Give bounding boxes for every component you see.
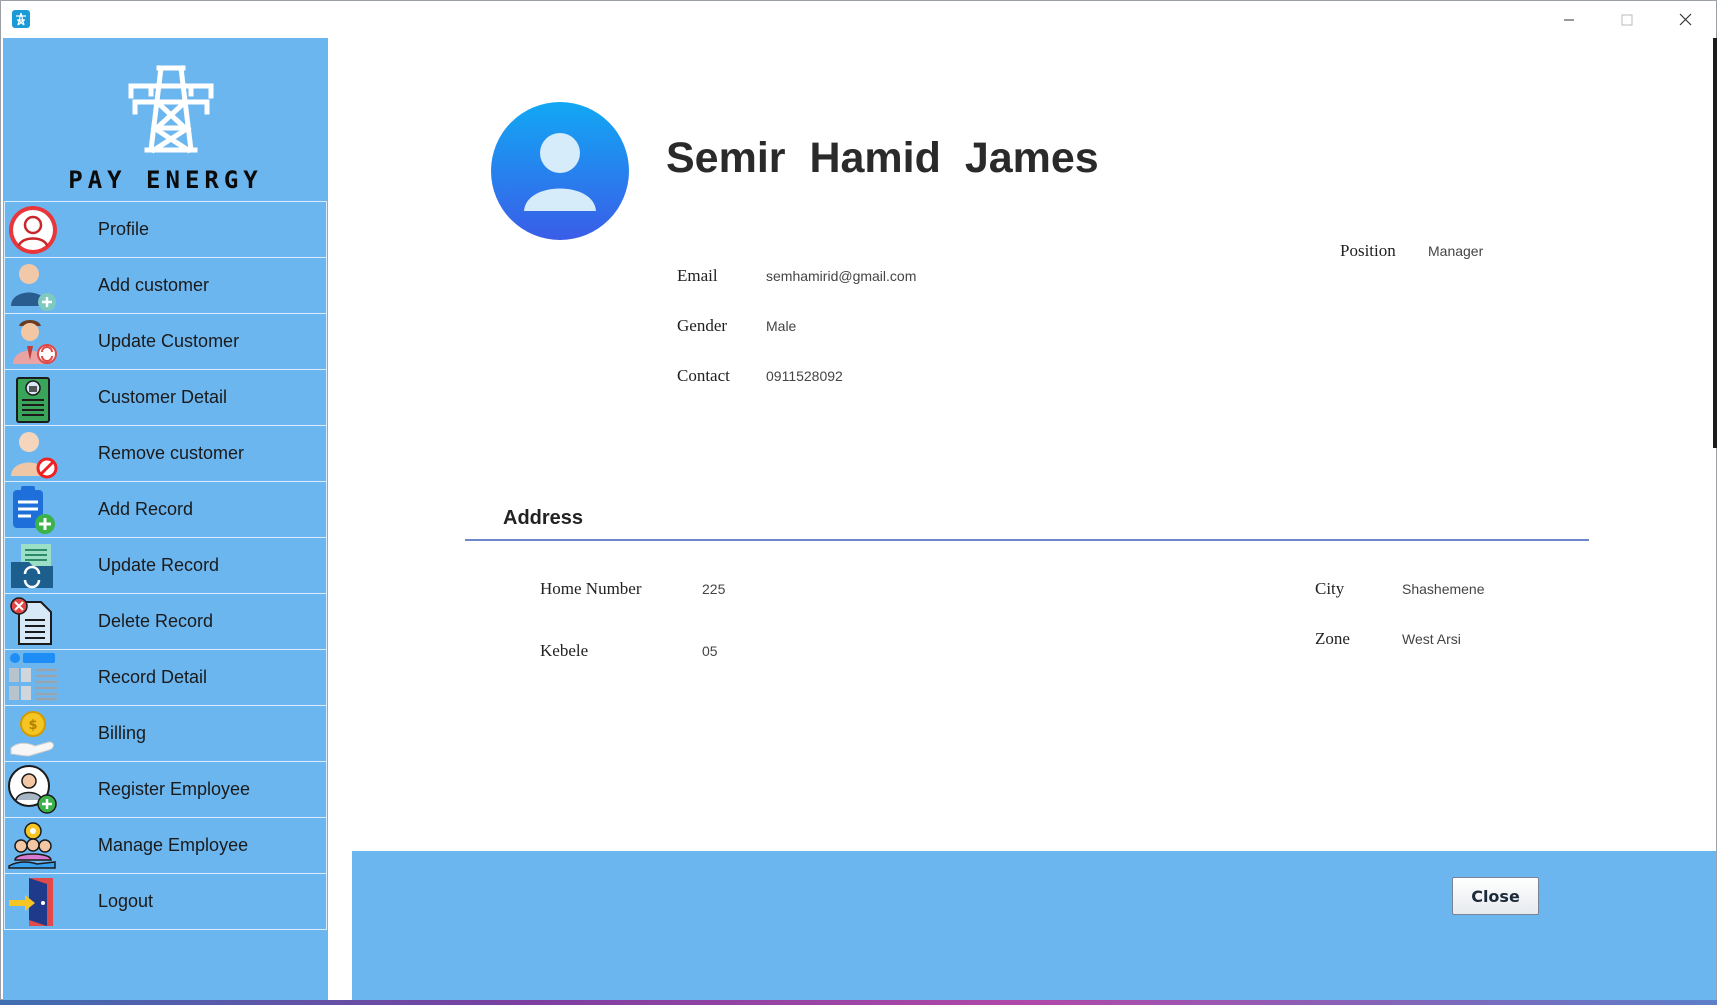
update-customer-icon	[13, 320, 57, 364]
sidebar-item-register-employee[interactable]: Register Employee	[4, 761, 327, 818]
kebele-label: Kebele	[540, 641, 589, 660]
gender-label: Gender	[677, 316, 728, 335]
sidebar-item-label: Update Record	[98, 555, 220, 575]
manage-employee-icon	[8, 822, 56, 869]
app-window: PAY ENERGY Profile Add customer Update C…	[0, 0, 1717, 1001]
sidebar-item-label: Add customer	[98, 275, 210, 295]
sidebar-item-add-record[interactable]: Add Record	[4, 481, 327, 538]
window-close-button[interactable]	[1656, 1, 1714, 38]
position-value: Manager	[1428, 243, 1484, 259]
logout-icon	[9, 878, 53, 926]
remove-customer-icon	[11, 432, 58, 479]
contact-value: 0911528092	[766, 368, 843, 384]
sidebar-item-delete-record[interactable]: Delete Record	[4, 593, 327, 650]
sidebar-item-remove-customer[interactable]: Remove customer	[4, 425, 327, 482]
sidebar-item-label: Add Record	[98, 499, 194, 519]
sidebar-item-update-record[interactable]: Update Record	[4, 537, 327, 594]
address-divider	[465, 539, 1589, 541]
desktop-strip	[0, 1000, 1717, 1005]
maximize-icon	[1621, 14, 1633, 25]
email-label: Email	[677, 266, 718, 285]
delete-record-icon	[10, 597, 52, 645]
zone-value: West Arsi	[1402, 631, 1461, 647]
footer-bar: Close	[352, 851, 1716, 1001]
email-value: semhamirid@gmail.com	[766, 268, 917, 284]
record-detail-icon	[9, 653, 57, 701]
home-number-label: Home Number	[540, 579, 642, 598]
brand: PAY ENERGY	[3, 38, 328, 201]
sidebar-item-label: Billing	[98, 723, 147, 743]
home-number-value: 225	[702, 581, 726, 597]
sidebar-item-billing[interactable]: $ Billing	[4, 705, 327, 762]
svg-text:$: $	[28, 718, 37, 733]
update-record-icon	[11, 544, 53, 589]
contact-label: Contact	[677, 366, 730, 385]
sidebar-item-customer-detail[interactable]: Customer Detail	[4, 369, 327, 426]
city-label: City	[1315, 579, 1345, 598]
brand-name: PAY ENERGY	[68, 166, 263, 194]
profile-icon	[9, 206, 57, 254]
sidebar-item-label: Logout	[98, 891, 154, 911]
sidebar-item-logout[interactable]: Logout	[4, 873, 327, 930]
sidebar-item-label: Update Customer	[98, 331, 240, 351]
kebele-value: 05	[702, 643, 718, 659]
billing-icon: $	[10, 711, 54, 757]
sidebar-item-manage-employee[interactable]: Manage Employee	[4, 817, 327, 874]
close-icon	[1679, 13, 1691, 26]
user-avatar-icon	[491, 102, 629, 240]
sidebar-item-add-customer[interactable]: Add customer	[4, 257, 327, 314]
sidebar-item-label: Profile	[98, 219, 150, 239]
window-edge-strip	[1713, 38, 1717, 448]
sidebar-item-label: Record Detail	[98, 667, 208, 687]
sidebar-item-label: Remove customer	[98, 443, 245, 463]
city-value: Shashemene	[1402, 581, 1485, 597]
sidebar-item-label: Manage Employee	[98, 835, 249, 855]
title-bar	[1, 1, 1716, 38]
close-button[interactable]: Close	[1452, 877, 1539, 915]
sidebar-item-label: Customer Detail	[98, 387, 228, 407]
sidebar: PAY ENERGY Profile Add customer Update C…	[3, 38, 328, 1001]
employee-full-name: Semir Hamid James	[666, 134, 1099, 182]
position-label: Position	[1340, 241, 1396, 260]
register-employee-icon	[8, 765, 57, 814]
sidebar-item-record-detail[interactable]: Record Detail	[4, 649, 327, 706]
zone-label: Zone	[1315, 629, 1350, 648]
sidebar-item-profile[interactable]: Profile	[4, 201, 327, 258]
profile-panel: Semir Hamid James Position Manager Email…	[328, 38, 1716, 1001]
sidebar-item-label: Delete Record	[98, 611, 214, 631]
sidebar-item-label: Register Employee	[98, 779, 251, 799]
tower-icon	[12, 10, 30, 28]
transmission-tower-icon	[128, 65, 214, 154]
minimize-icon	[1564, 19, 1574, 20]
add-customer-icon	[11, 264, 56, 311]
gender-value: Male	[766, 318, 797, 334]
customer-detail-icon	[16, 377, 50, 423]
address-section-title: Address	[503, 507, 584, 529]
minimize-button[interactable]	[1540, 1, 1598, 38]
sidebar-item-update-customer[interactable]: Update Customer	[4, 313, 327, 370]
add-record-icon	[13, 486, 55, 534]
maximize-button[interactable]	[1598, 1, 1656, 38]
